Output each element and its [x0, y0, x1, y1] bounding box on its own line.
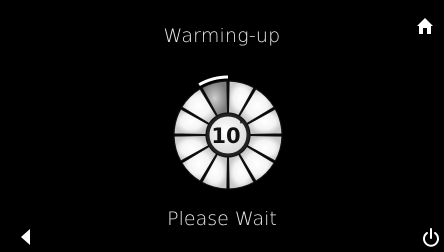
- power-button[interactable]: [422, 228, 440, 248]
- home-button[interactable]: [416, 17, 434, 35]
- back-button[interactable]: [18, 228, 34, 246]
- timer-value: 10: [211, 124, 240, 148]
- home-icon: [417, 18, 433, 34]
- timer-unit-mark: ': [239, 118, 243, 132]
- warmup-timer-dial: 10 ': [166, 69, 290, 193]
- status-message: Please Wait: [167, 208, 277, 230]
- screen-title: Warming-up: [163, 25, 281, 47]
- back-arrow-icon: [21, 229, 30, 245]
- power-icon: [423, 228, 439, 247]
- warming-up-screen: Warming-up 10 ' Please Wait: [0, 0, 444, 251]
